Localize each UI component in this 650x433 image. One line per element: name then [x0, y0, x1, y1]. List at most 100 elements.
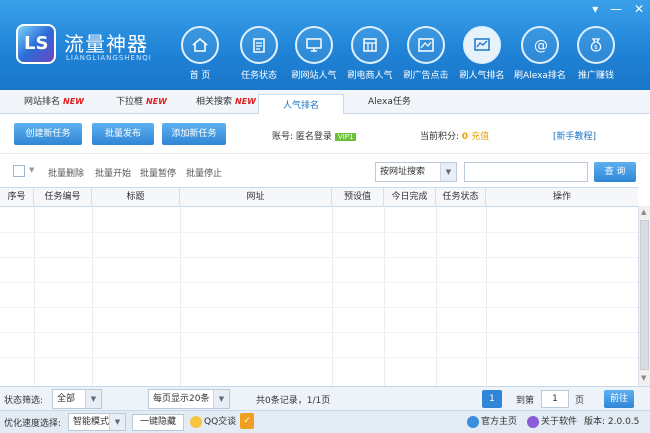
go-button[interactable]: 前往	[604, 390, 634, 408]
nav-alexa-rank[interactable]: @ 刷Alexa排名	[512, 26, 568, 86]
globe-icon	[467, 415, 479, 428]
pagination-bar: 状态筛选: 全部 ▼ 每页显示20条 ▼ 共0条记录，1/1页 1 到第 1 页…	[0, 386, 650, 410]
tutorial-link[interactable]: [新手教程]	[553, 129, 596, 142]
batch-pause-button[interactable]: 批量暂停	[140, 166, 176, 179]
about-link[interactable]: 关于软件	[527, 414, 577, 431]
logo-text: LS	[24, 33, 49, 54]
title-bar: LS 流量神器 LIANGLIANGSHENQI ▾ — ✕ 首 页 任务状态 …	[0, 0, 650, 90]
nav-label: 刷网站人气	[291, 71, 337, 81]
nav-promote-earn[interactable]: $ 推广赚钱	[568, 26, 624, 86]
qq-icon	[190, 415, 202, 428]
svg-text:$: $	[594, 44, 598, 51]
recharge-link[interactable]: 充值	[471, 132, 489, 142]
vip-badge: VIP1	[334, 133, 357, 141]
nav-label: 刷Alexa排名	[514, 71, 566, 81]
goto-page-input[interactable]: 1	[541, 390, 569, 408]
scroll-thumb[interactable]	[640, 220, 649, 370]
search-button[interactable]: 查 询	[594, 162, 636, 182]
close-icon[interactable]: ✕	[634, 2, 644, 16]
column-header[interactable]: 标题	[92, 188, 180, 207]
speed-mode-value: 智能模式	[73, 417, 110, 427]
column-divider	[180, 207, 181, 387]
home-icon	[181, 26, 219, 64]
info-icon	[527, 415, 539, 428]
row-divider	[0, 307, 638, 308]
row-divider	[0, 332, 638, 333]
row-divider	[0, 282, 638, 283]
search-input[interactable]	[464, 162, 588, 182]
task-table: 序号 任务编号 标题 网址 预设值 今日完成 任务状态 操作	[0, 187, 638, 387]
chevron-down-icon[interactable]: ▼	[29, 166, 34, 174]
status-filter-select[interactable]: 全部 ▼	[52, 389, 102, 409]
official-site-link[interactable]: 官方主页	[467, 414, 517, 431]
nav-site-traffic[interactable]: 刷网站人气	[286, 26, 342, 86]
column-divider	[92, 207, 93, 387]
chevron-down-icon: ▼	[109, 414, 125, 430]
tab-dropdown[interactable]: 下拉框 NEW	[116, 94, 167, 114]
scroll-up-icon[interactable]: ▲	[641, 208, 646, 216]
status-bar: 优化速度选择: 智能模式 ▼ 一键隐藏 QQ交谈 官方主页 关于软件 版本: 2…	[0, 410, 650, 433]
nav-label: 推广赚钱	[577, 71, 614, 81]
tab-related-search[interactable]: 相关搜索 NEW	[196, 94, 256, 114]
shield-icon[interactable]: ✓	[240, 413, 254, 429]
nav-label: 刷人气排名	[459, 71, 505, 81]
app-name: 流量神器	[64, 32, 148, 56]
new-badge: NEW	[63, 97, 84, 106]
batch-stop-button[interactable]: 批量停止	[186, 166, 222, 179]
tab-label: 人气排名	[282, 101, 319, 111]
add-new-task-button[interactable]: 添加新任务	[162, 123, 226, 145]
per-page-select[interactable]: 每页显示20条 ▼	[148, 389, 230, 409]
create-task-button[interactable]: 创建新任务	[14, 123, 82, 145]
ad-icon	[407, 26, 445, 64]
goto-label: 到第	[516, 396, 535, 406]
tab-label: Alexa任务	[368, 97, 411, 107]
nav-shop-traffic[interactable]: 刷电商人气	[342, 26, 398, 86]
menu-icon[interactable]: ▾	[592, 2, 598, 16]
action-toolbar: ▼ 批量删除 批量开始 批量暂停 批量停止 按网址搜索 ▼ 查 询	[0, 153, 650, 187]
chart-icon	[463, 26, 501, 64]
column-header[interactable]: 网址	[180, 188, 332, 207]
minimize-icon[interactable]: —	[610, 2, 622, 16]
scroll-down-icon[interactable]: ▼	[641, 374, 646, 382]
window-controls: ▾ — ✕	[584, 2, 644, 16]
table-header: 序号 任务编号 标题 网址 预设值 今日完成 任务状态 操作	[0, 188, 638, 207]
official-site-label: 官方主页	[481, 417, 518, 427]
tab-site-rank[interactable]: 网站排名 NEW	[24, 94, 84, 114]
new-badge: NEW	[235, 97, 256, 106]
nav-label: 刷广告点击	[403, 71, 449, 81]
select-all-checkbox[interactable]	[13, 165, 25, 177]
batch-publish-button[interactable]: 批量发布	[92, 123, 154, 145]
nav-label: 首 页	[189, 71, 211, 81]
column-header[interactable]: 操作	[486, 188, 638, 207]
nav-ad-click[interactable]: 刷广告点击	[398, 26, 454, 86]
nav-popularity-rank[interactable]: 刷人气排名	[454, 26, 510, 86]
speed-label: 优化速度选择:	[4, 419, 62, 429]
tab-label: 网站排名	[24, 97, 61, 107]
batch-start-button[interactable]: 批量开始	[95, 166, 131, 179]
at-icon: @	[521, 26, 559, 64]
tab-bar: 网站排名 NEW 下拉框 NEW 相关搜索 NEW 人气排名 Alexa任务	[0, 90, 650, 114]
batch-delete-button[interactable]: 批量删除	[48, 166, 84, 179]
current-page-button[interactable]: 1	[482, 390, 502, 408]
tab-alexa-task[interactable]: Alexa任务	[368, 94, 411, 114]
points-info: 当前积分: 0 充值	[420, 129, 489, 142]
qq-chat-button[interactable]: QQ交谈	[190, 414, 236, 431]
column-header[interactable]: 预设值	[332, 188, 384, 207]
column-header[interactable]: 任务编号	[34, 188, 92, 207]
tab-label: 相关搜索	[196, 97, 233, 107]
column-header[interactable]: 今日完成	[384, 188, 436, 207]
tab-popularity-rank[interactable]: 人气排名	[258, 94, 344, 114]
speed-mode-select[interactable]: 智能模式 ▼	[68, 413, 126, 431]
search-mode-select[interactable]: 按网址搜索 ▼	[375, 162, 457, 182]
column-divider	[384, 207, 385, 387]
chevron-down-icon: ▼	[213, 390, 229, 408]
vertical-scrollbar[interactable]: ▲ ▼	[638, 206, 650, 386]
hide-all-button[interactable]: 一键隐藏	[132, 414, 184, 431]
shop-icon	[351, 26, 389, 64]
nav-task-status[interactable]: 任务状态	[231, 26, 287, 86]
points-label: 当前积分:	[420, 132, 460, 142]
column-header[interactable]: 序号	[0, 188, 34, 207]
about-label: 关于软件	[541, 417, 578, 427]
column-header[interactable]: 任务状态	[436, 188, 486, 207]
nav-home[interactable]: 首 页	[172, 26, 228, 86]
